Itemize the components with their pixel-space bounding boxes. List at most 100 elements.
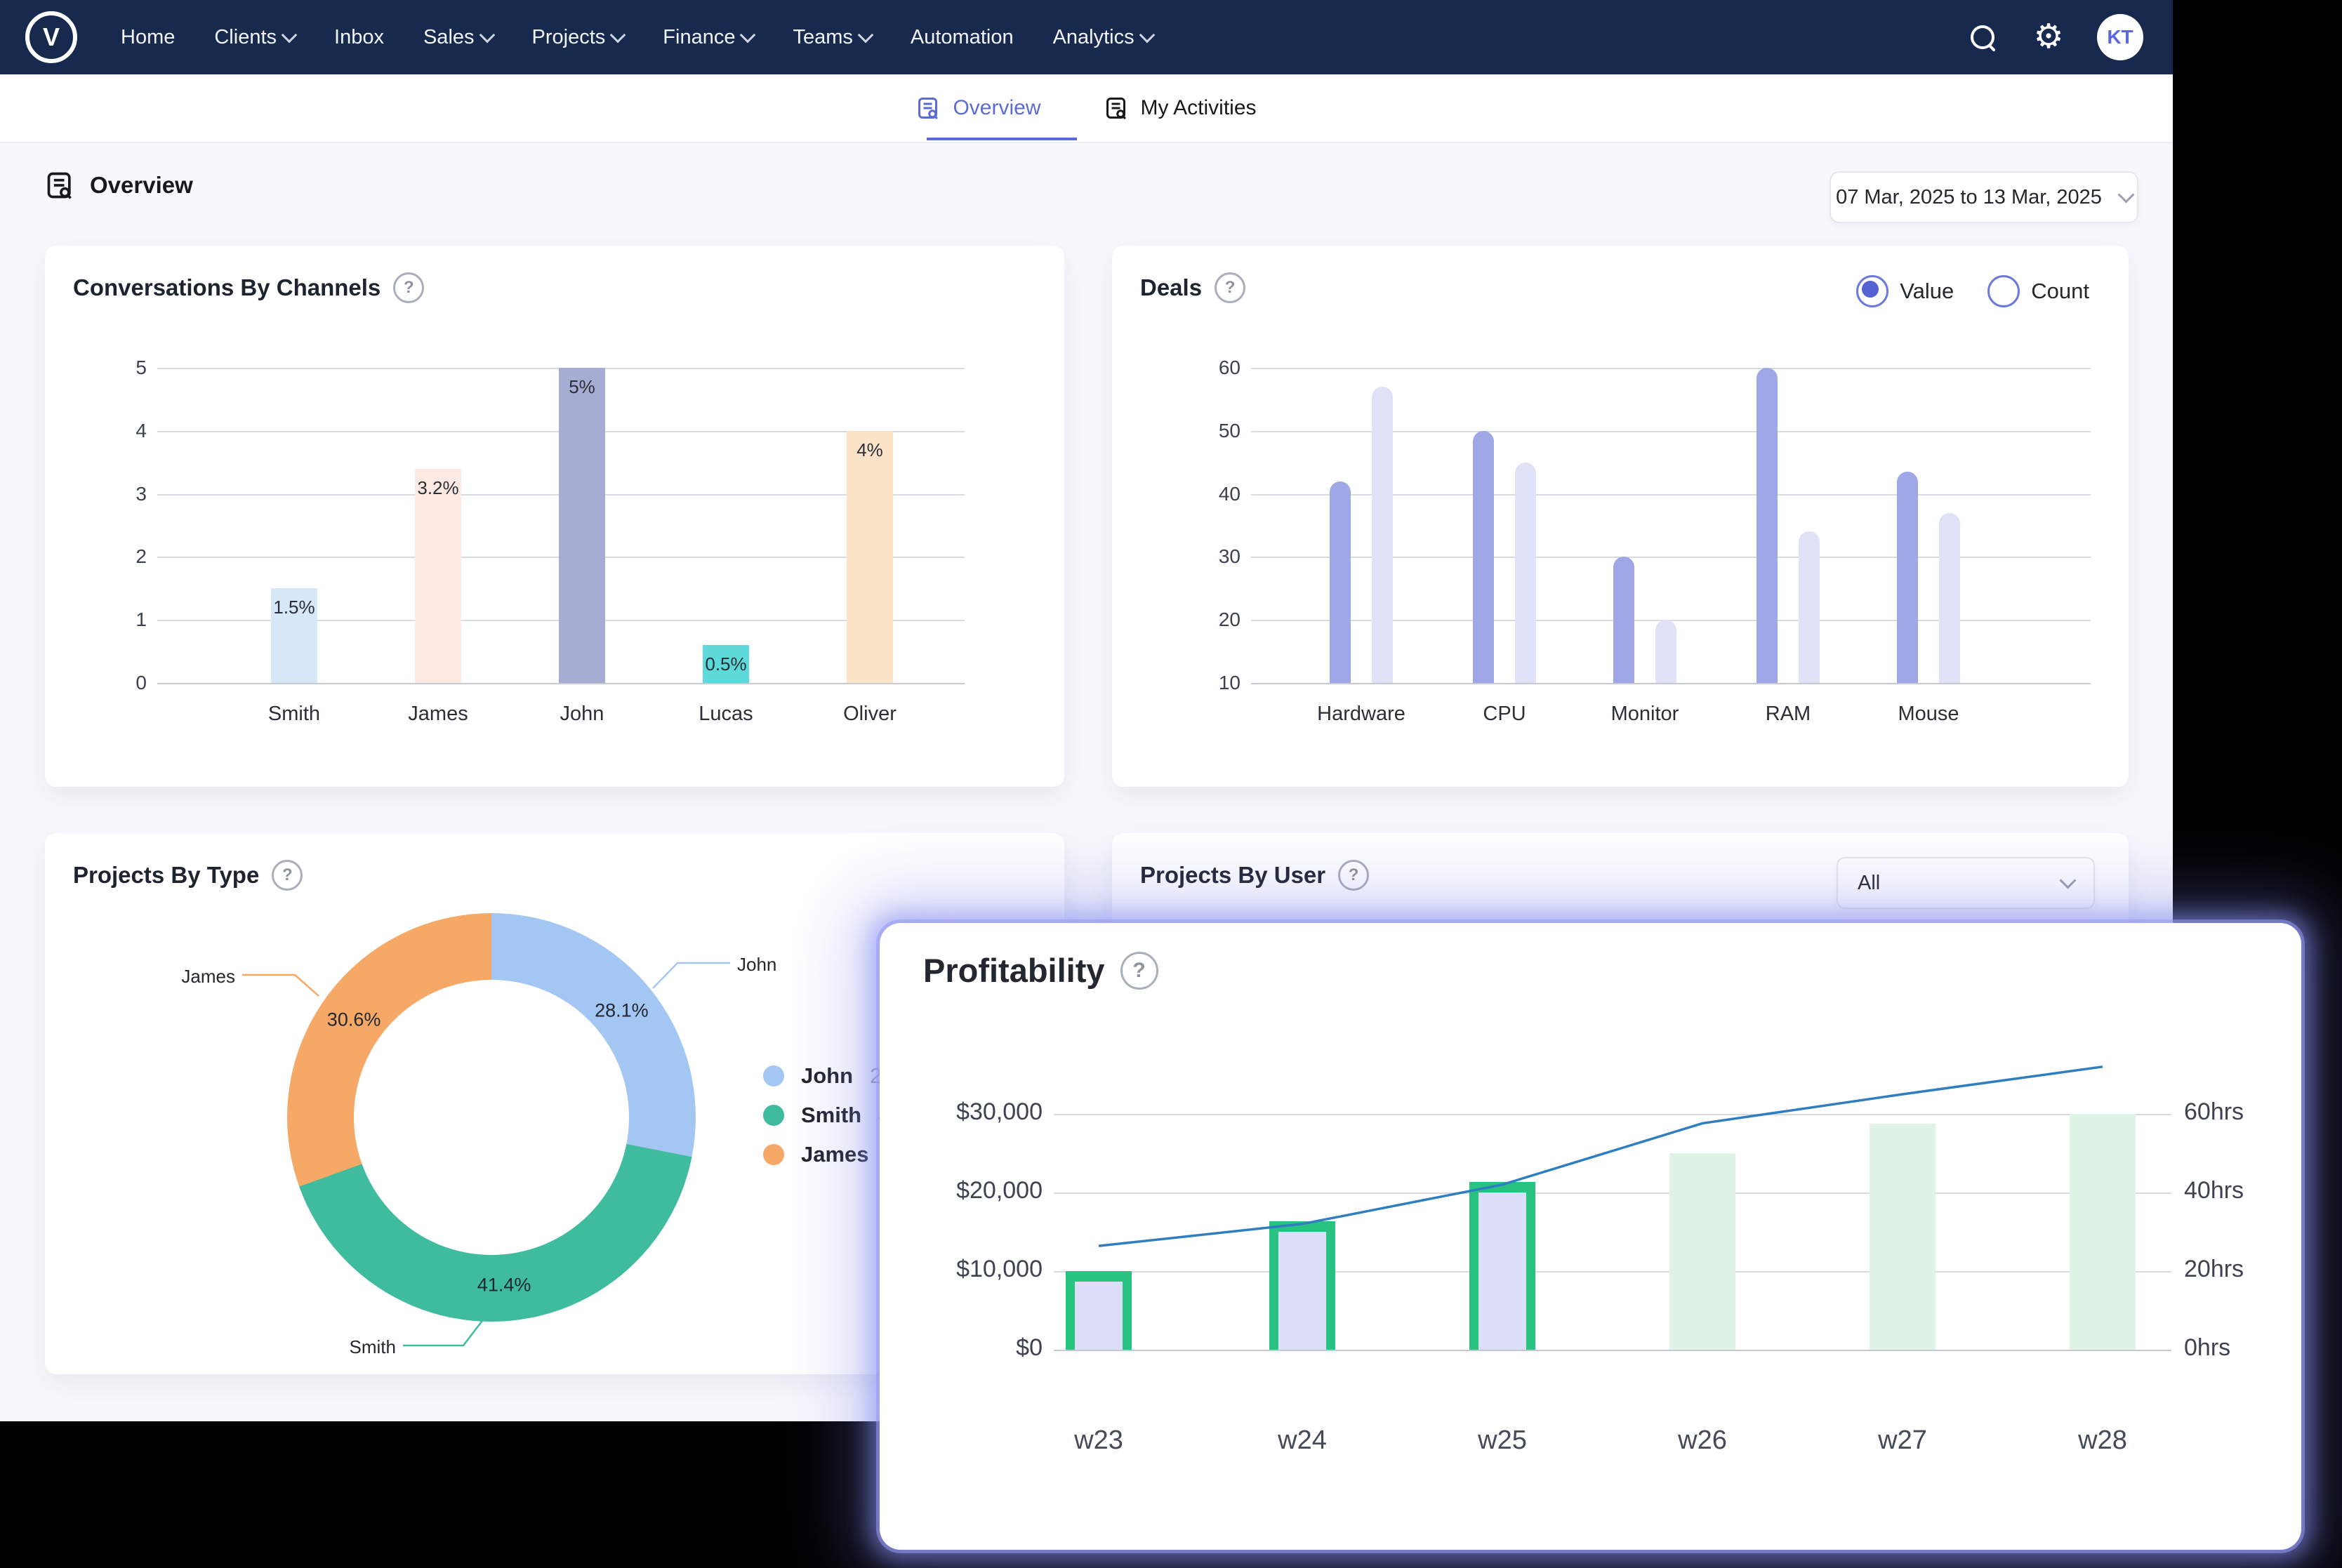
help-icon[interactable]: ? — [1215, 272, 1246, 303]
chevron-down-icon — [479, 27, 495, 44]
top-navigation: V Home Clients Inbox Sales Projects Fina… — [0, 0, 2173, 74]
nav-item-projects[interactable]: Projects — [532, 26, 626, 49]
hardware-count-bar — [1372, 386, 1393, 683]
nav-item-analytics[interactable]: Analytics — [1053, 26, 1155, 49]
bar-value-label: 1.5% — [273, 597, 315, 618]
y-axis-tick: 1 — [135, 609, 147, 631]
monitor-value-bar — [1613, 557, 1634, 683]
x-axis-label: Smith — [267, 703, 321, 725]
y-axis-tick: 5 — [135, 357, 147, 378]
profitability-modal: Profitability ? $0 0hrs $10,000 20hrs $20,00… — [880, 923, 2301, 1550]
page-header: Overview — [45, 170, 193, 201]
help-icon[interactable]: ? — [1338, 860, 1370, 891]
brand-logo[interactable]: V — [25, 11, 77, 63]
x-axis-label: w24 — [1278, 1426, 1327, 1455]
avatar[interactable]: KT — [2097, 14, 2143, 60]
help-icon[interactable]: ? — [393, 272, 425, 303]
left-axis-tick: $10,000 — [956, 1256, 1043, 1282]
slice-pct-label: 28.1% — [595, 999, 649, 1021]
active-tab-underline — [927, 138, 1077, 140]
gridline — [1054, 1114, 2171, 1115]
bar-value-label: 5% — [569, 376, 595, 397]
nav-menu: Home Clients Inbox Sales Projects Financ… — [121, 26, 1155, 49]
screenshot-canvas: V Home Clients Inbox Sales Projects Fina… — [0, 0, 2342, 1568]
y-axis-tick: 0 — [135, 672, 147, 693]
x-axis-label: w25 — [1478, 1426, 1527, 1455]
card-title: Conversations By Channels — [73, 274, 381, 300]
slice-pct-label: 30.6% — [326, 1009, 381, 1030]
nav-item-automation[interactable]: Automation — [911, 26, 1014, 49]
x-axis-label: Mouse — [1898, 703, 1959, 725]
slice-pct-label: 41.4% — [477, 1274, 531, 1296]
overview-icon — [47, 172, 72, 199]
legend-dot — [763, 1105, 784, 1126]
deals-card: Deals ? Value Count 10 20 30 40 50 60 Hardware… — [1112, 246, 2129, 787]
nav-item-inbox[interactable]: Inbox — [334, 26, 384, 49]
cpu-count-bar — [1515, 462, 1536, 683]
tab-bar: Overview My Activities — [0, 74, 2173, 143]
x-axis-label: w28 — [2078, 1426, 2127, 1455]
list-search-icon — [918, 98, 939, 120]
help-icon[interactable]: ? — [1120, 951, 1158, 990]
chevron-down-icon — [609, 27, 626, 44]
gridline — [1054, 1350, 2171, 1351]
y-axis-tick: 10 — [1218, 672, 1241, 693]
chevron-down-icon — [857, 27, 874, 44]
oliver-bar — [847, 430, 893, 683]
radio-button-selected — [1856, 275, 1889, 307]
left-axis-tick: $0 — [1016, 1334, 1043, 1361]
bar-value-label: 3.2% — [417, 477, 459, 498]
x-axis-label: w27 — [1878, 1426, 1927, 1455]
w25-revenue-inner-bar — [1478, 1192, 1526, 1350]
right-axis-tick: 60hrs — [2184, 1098, 2244, 1125]
donut-hole — [354, 980, 629, 1255]
list-search-icon — [1106, 98, 1126, 120]
mouse-count-bar — [1939, 512, 1960, 683]
cpu-value-bar — [1473, 430, 1494, 683]
radio-count[interactable]: Count — [1987, 275, 2089, 307]
date-range-select[interactable]: 07 Mar, 2025 to 13 Mar, 2025 — [1830, 171, 2138, 223]
projects-by-user-filter[interactable]: All — [1837, 857, 2095, 909]
nav-item-teams[interactable]: Teams — [793, 26, 874, 49]
tab-overview[interactable]: Overview — [916, 74, 1041, 142]
y-axis-tick: 3 — [135, 482, 147, 505]
ram-count-bar — [1799, 531, 1820, 683]
search-icon[interactable] — [1965, 20, 2000, 55]
radio-value[interactable]: Value — [1856, 275, 1954, 307]
nav-actions: ⚙ KT — [1965, 14, 2143, 60]
gridline — [1251, 683, 2091, 684]
gear-icon[interactable]: ⚙ — [2031, 20, 2066, 55]
nav-item-sales[interactable]: Sales — [423, 26, 495, 49]
radio-button — [1987, 275, 2020, 307]
help-icon[interactable]: ? — [272, 860, 303, 891]
nav-item-clients[interactable]: Clients — [214, 26, 298, 49]
ram-value-bar — [1756, 368, 1778, 683]
x-axis-label: w26 — [1678, 1426, 1727, 1455]
gridline — [1251, 368, 2091, 369]
right-axis-tick: 0hrs — [2184, 1334, 2231, 1361]
page-title: Overview — [90, 172, 193, 198]
y-axis-tick: 50 — [1218, 419, 1241, 441]
w26-hours-bar — [1669, 1153, 1735, 1350]
left-axis-tick: $20,000 — [956, 1177, 1043, 1204]
chevron-down-icon — [281, 27, 298, 44]
x-axis-label: Hardware — [1317, 703, 1405, 725]
john-bar — [559, 368, 605, 683]
nav-item-home[interactable]: Home — [121, 26, 175, 49]
gridline — [1054, 1192, 2171, 1194]
chevron-down-icon — [2117, 186, 2135, 204]
gridline — [157, 683, 965, 684]
bar-value-label: 4% — [856, 439, 883, 460]
conversations-by-channels-card: Conversations By Channels ? 0 1 2 3 4 5 1.5% Sm… — [45, 246, 1064, 787]
chevron-down-icon — [2059, 872, 2077, 889]
w28-hours-bar — [2070, 1114, 2136, 1350]
slice-callout-label: John — [737, 954, 777, 975]
slice-callout-label: Smith — [349, 1336, 396, 1357]
w23-revenue-inner-bar — [1075, 1281, 1123, 1350]
tab-my-activities[interactable]: My Activities — [1104, 74, 1257, 142]
brand-letter: V — [42, 22, 60, 51]
x-axis-label: Lucas — [699, 703, 753, 725]
monitor-count-bar — [1655, 620, 1676, 683]
w27-hours-bar — [1870, 1124, 1936, 1350]
nav-item-finance[interactable]: Finance — [663, 26, 756, 49]
